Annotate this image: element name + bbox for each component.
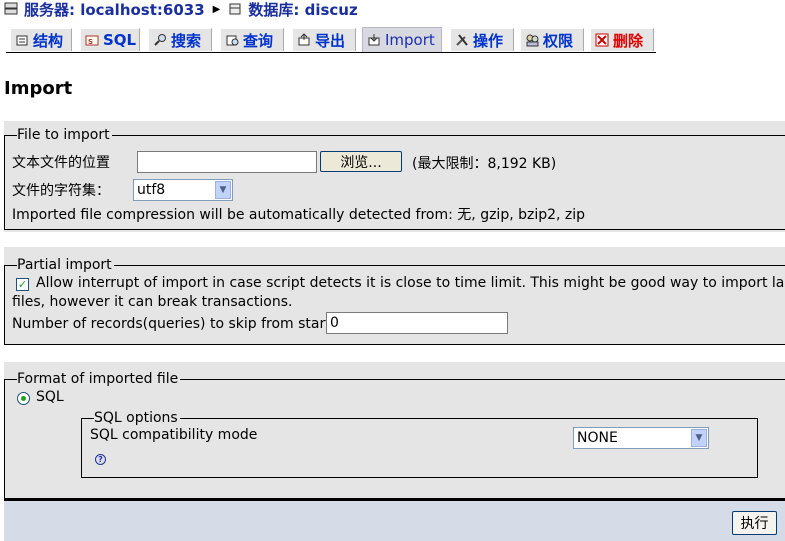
tab-structure[interactable]: 结构 [10,28,72,51]
structure-icon [15,33,30,47]
server-icon [4,2,18,16]
sql-options-legend: SQL options [94,410,178,426]
allow-interrupt-checkbox[interactable]: ✓ [16,278,29,291]
drop-icon [595,33,610,47]
database-icon [228,2,242,16]
skip-records-label: Number of records(queries) to skip from … [12,316,331,332]
search-icon [153,33,168,47]
format-legend: Format of imported file [17,371,179,387]
compat-mode-label: SQL compatibility mode [90,427,258,443]
format-sql-label: SQL [36,389,64,405]
skip-records-input[interactable]: 0 [326,312,508,334]
file-import-legend: File to import [17,127,110,143]
charset-value: utf8 [137,182,166,198]
breadcrumb-database-link[interactable]: 数据库: discuz [248,0,357,20]
allow-interrupt-label-cont: files, however it can break transactions… [12,294,293,310]
file-location-label: 文本文件的位置 [12,155,110,171]
tab-operations[interactable]: 操作 [450,28,514,51]
tab-query[interactable]: 查询 [220,28,284,51]
query-icon [225,33,240,47]
submit-button[interactable]: 执行 [732,511,777,535]
file-path-input[interactable] [137,151,317,173]
compat-mode-value: NONE [577,430,618,446]
allow-interrupt-label: Allow interrupt of import in case script… [36,275,785,291]
operations-icon [455,33,470,47]
chevron-down-icon: ▼ [215,181,231,199]
tab-bar: 结构 S SQL 搜索 查询 导出 Import 操作 权限 删除 [6,27,656,53]
partial-import-legend: Partial import [17,257,112,273]
export-icon [297,33,312,47]
page-title: Import [4,78,73,99]
tab-sql[interactable]: S SQL [80,28,140,51]
charset-label: 文件的字符集： [12,183,110,199]
breadcrumb: 服务器: localhost:6033 ▶ 数据库: discuz [4,0,358,20]
partial-import-panel: Partial import ✓ Allow interrupt of impo… [4,247,785,345]
compat-mode-select[interactable]: NONE ▼ [573,427,709,449]
tab-privileges[interactable]: 权限 [520,28,584,51]
sql-icon: S [85,33,100,47]
breadcrumb-arrow-icon: ▶ [212,3,221,15]
tab-search[interactable]: 搜索 [148,28,212,51]
max-size-label: (最大限制：8,192 KB) [412,156,557,172]
file-import-panel: File to import 文本文件的位置 浏览... (最大限制：8,192… [4,121,785,232]
format-panel: Format of imported file SQL SQL options … [4,362,785,499]
format-sql-radio[interactable] [17,392,30,405]
breadcrumb-server-link[interactable]: 服务器: localhost:6033 [24,0,205,20]
svg-text:S: S [88,38,93,46]
tab-drop[interactable]: 删除 [590,28,654,51]
browse-button[interactable]: 浏览... [320,151,402,172]
tab-export[interactable]: 导出 [292,28,356,51]
compression-note: Imported file compression will be automa… [12,207,586,223]
tab-import[interactable]: Import [362,27,442,52]
charset-select[interactable]: utf8 ▼ [133,179,233,201]
privileges-icon [525,33,540,47]
import-icon [367,33,382,47]
submit-bar: 执行 [4,499,785,541]
chevron-down-icon: ▼ [691,429,707,447]
help-icon[interactable]: ? [95,454,106,465]
